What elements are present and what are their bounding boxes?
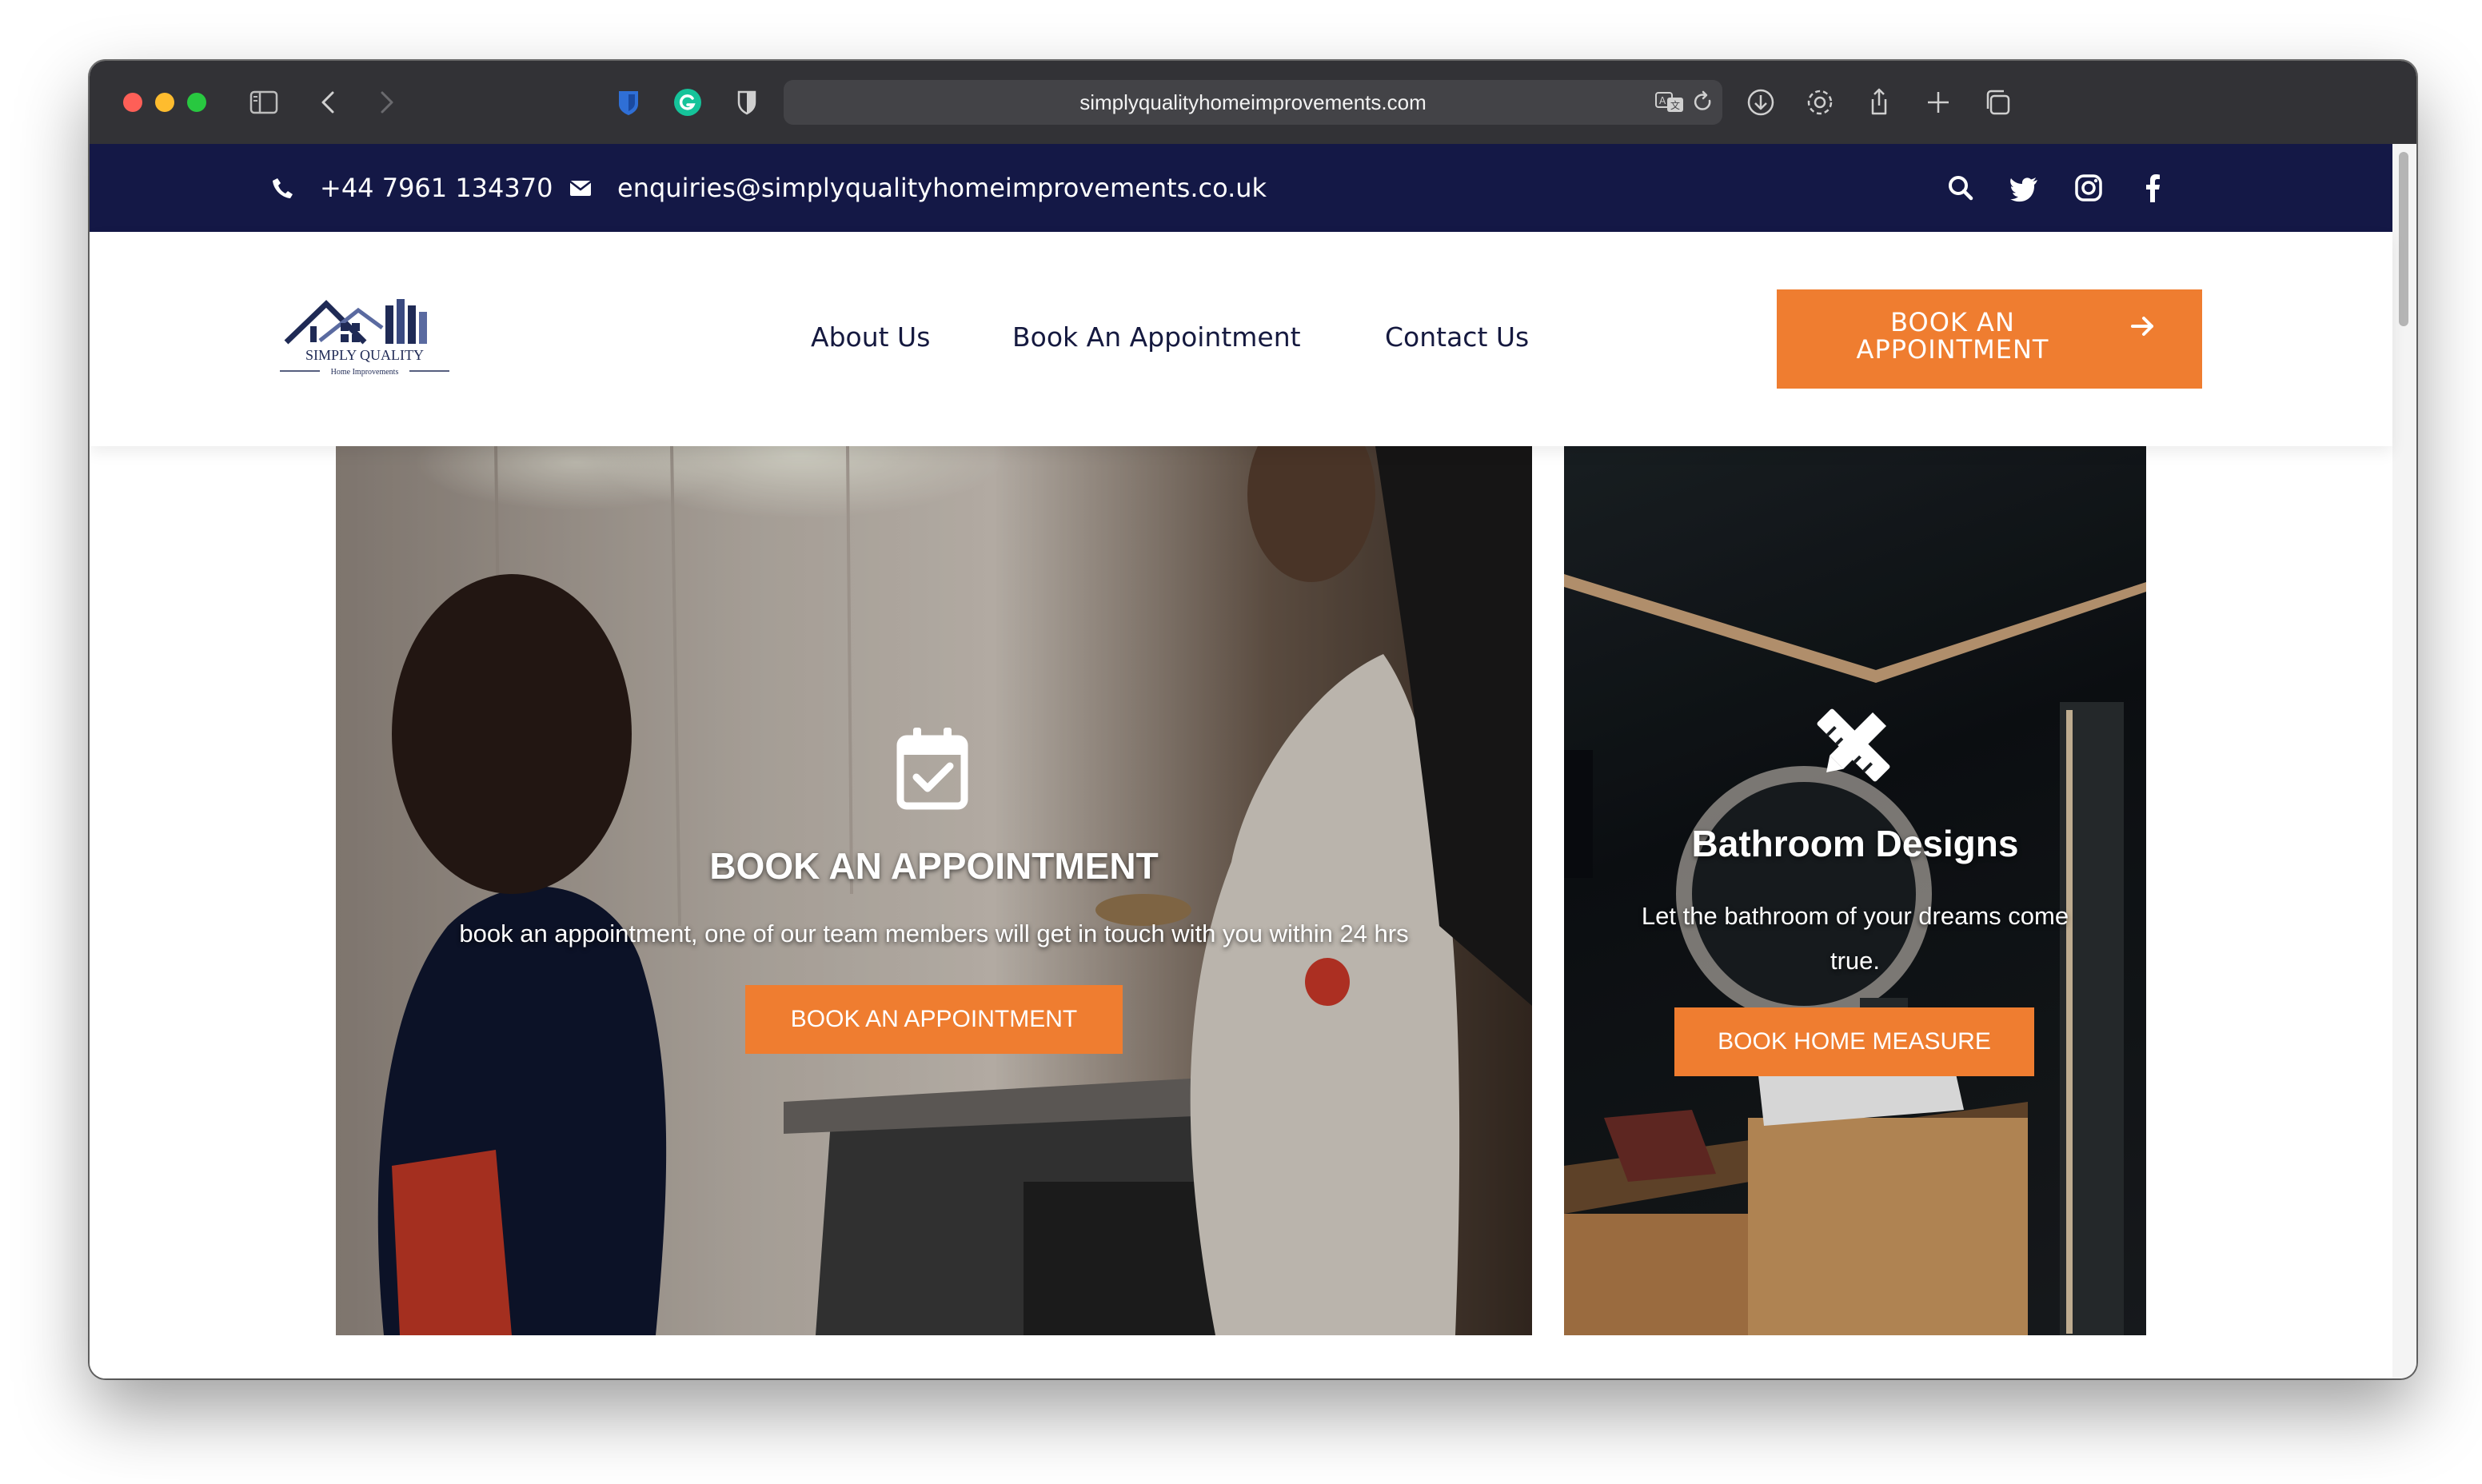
appointment-title: BOOK AN APPOINTMENT — [709, 845, 1159, 887]
privacy-shield-icon[interactable] — [729, 85, 764, 120]
instagram-icon[interactable] — [2073, 172, 2105, 204]
appointment-description: book an appointment, one of our team mem… — [459, 920, 1409, 947]
translate-icon[interactable]: A文 — [1652, 85, 1687, 120]
phone-link[interactable]: +44 7961 134370 — [270, 144, 553, 232]
book-home-measure-button[interactable]: BOOK HOME MEASURE — [1674, 1007, 2034, 1076]
site-logo[interactable]: SIMPLY QUALITY Home Improvements — [278, 288, 451, 379]
cta-label-line1: BOOK AN — [1890, 307, 2015, 337]
email-address: enquiries@simplyqualityhomeimprovements.… — [617, 173, 1267, 203]
page-scrollbar[interactable] — [2392, 144, 2416, 1378]
address-bar[interactable]: simplyqualityhomeimprovements.com A文 — [784, 80, 1722, 125]
logo-title: SIMPLY QUALITY — [305, 347, 424, 363]
sidebar-icon[interactable] — [246, 85, 281, 120]
facebook-icon[interactable] — [2137, 172, 2169, 204]
forward-icon[interactable] — [368, 85, 403, 120]
email-link[interactable]: enquiries@simplyqualityhomeimprovements.… — [568, 144, 1267, 232]
browser-toolbar: simplyqualityhomeimprovements.com A文 — [90, 61, 2416, 144]
scrollbar-thumb[interactable] — [2399, 152, 2408, 326]
url-text: simplyqualityhomeimprovements.com — [1079, 90, 1427, 114]
panel-overlay — [336, 446, 1532, 1335]
phone-number: +44 7961 134370 — [320, 173, 553, 203]
tabs-icon[interactable] — [1980, 85, 2015, 120]
twitter-icon[interactable] — [2009, 172, 2041, 204]
appointment-panel: BOOK AN APPOINTMENT book an appointment,… — [336, 446, 1532, 1335]
phone-icon — [273, 178, 293, 198]
share-icon[interactable] — [1862, 85, 1897, 120]
top-contact-bar: +44 7961 134370 enquiries@simplyqualityh… — [90, 144, 2392, 232]
nav-book-appointment[interactable]: Book An Appointment — [1012, 321, 1301, 353]
close-window-button[interactable] — [123, 93, 142, 112]
browser-window: simplyqualityhomeimprovements.com A文 +44… — [90, 61, 2416, 1378]
new-tab-icon[interactable] — [1921, 85, 1956, 120]
bitwarden-icon[interactable] — [611, 85, 646, 120]
cta-label-line2: APPOINTMENT — [1856, 334, 2049, 365]
search-icon[interactable] — [1945, 172, 1977, 204]
grammarly-icon[interactable] — [670, 85, 705, 120]
nav-about-us[interactable]: About Us — [811, 321, 930, 353]
bathroom-title: Bathroom Designs — [1691, 823, 2019, 864]
svg-text:文: 文 — [1670, 99, 1680, 111]
bathroom-designs-panel: Bathroom Designs Let the bathroom of you… — [1564, 446, 2146, 1335]
back-icon[interactable] — [312, 85, 347, 120]
envelope-icon — [569, 181, 592, 196]
pencil-ruler-icon — [1817, 708, 1890, 782]
appointment-panel-button[interactable]: BOOK AN APPOINTMENT — [745, 985, 1123, 1054]
bathroom-description: Let the bathroom of your dreams come tru… — [1641, 902, 2069, 975]
header-book-appointment-button[interactable]: BOOK AN APPOINTMENT — [1777, 289, 2202, 389]
nav-contact-us[interactable]: Contact Us — [1385, 321, 1529, 353]
arrow-right-icon — [2131, 317, 2153, 336]
zoom-window-button[interactable] — [187, 93, 206, 112]
site-header: SIMPLY QUALITY Home Improvements About U… — [90, 232, 2392, 446]
cta-label: BOOK AN APPOINTMENT — [1833, 309, 2073, 363]
panel-overlay — [1564, 446, 2146, 1335]
reload-icon[interactable] — [1686, 85, 1721, 120]
main-content: BOOK AN APPOINTMENT book an appointment,… — [90, 446, 2392, 1378]
download-icon[interactable] — [1743, 85, 1778, 120]
minimize-window-button[interactable] — [155, 93, 174, 112]
calendar-check-icon — [896, 728, 968, 810]
settings-icon[interactable] — [1802, 85, 1838, 120]
svg-text:A: A — [1659, 95, 1666, 106]
logo-subtitle: Home Improvements — [331, 368, 399, 377]
